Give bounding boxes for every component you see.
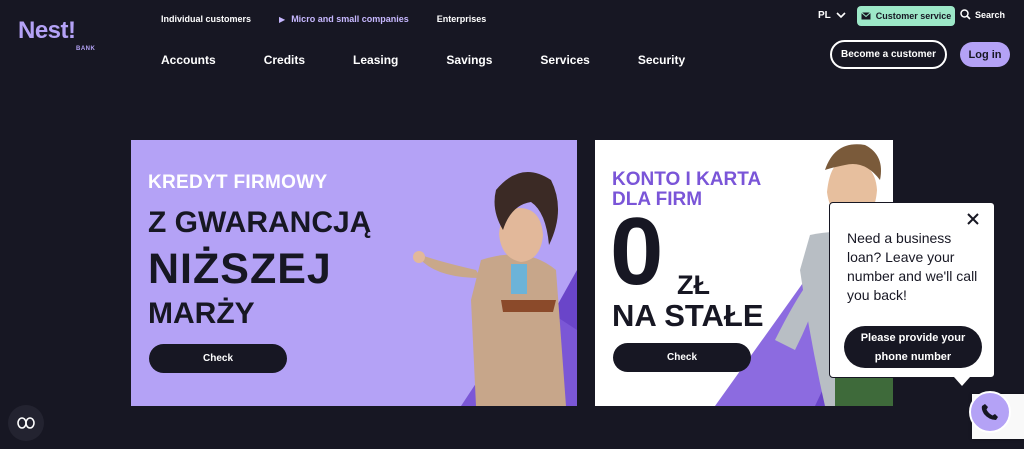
close-icon[interactable] bbox=[966, 212, 980, 226]
callback-popup-text: Need a business loan? Leave your number … bbox=[847, 230, 978, 303]
segment-micro-small-label: Micro and small companies bbox=[291, 14, 409, 24]
cookie-settings-button[interactable] bbox=[8, 405, 44, 441]
phone-callback-button[interactable] bbox=[969, 391, 1011, 433]
search-button[interactable]: Search bbox=[960, 9, 1005, 20]
envelope-icon bbox=[860, 12, 871, 20]
chevron-down-icon bbox=[836, 12, 846, 19]
banner1-headline-line3: NIŻSZEJ bbox=[148, 245, 332, 293]
segment-individual[interactable]: Individual customers bbox=[161, 14, 251, 24]
search-icon bbox=[960, 9, 971, 20]
provide-phone-button[interactable]: Please provide your phone number bbox=[844, 326, 982, 368]
phone-icon bbox=[981, 404, 998, 420]
nav-security[interactable]: Security bbox=[638, 53, 685, 67]
callback-popup: Need a business loan? Leave your number … bbox=[829, 202, 995, 378]
banner2-tagline: NA STAŁE bbox=[612, 298, 764, 333]
banner2-check-button[interactable]: Check bbox=[613, 343, 751, 372]
customer-service-label: Customer service bbox=[875, 11, 952, 21]
banner2-currency: ZŁ bbox=[677, 270, 710, 300]
nest-bank-logo[interactable]: Nest! BANK bbox=[18, 19, 98, 55]
main-nav: Accounts Credits Leasing Savings Service… bbox=[161, 53, 733, 67]
segment-micro-small[interactable]: ▶ Micro and small companies bbox=[279, 14, 409, 24]
segment-enterprises[interactable]: Enterprises bbox=[437, 14, 487, 24]
nav-leasing[interactable]: Leasing bbox=[353, 53, 398, 67]
banner1-headline-line4: MARŻY bbox=[148, 297, 255, 330]
become-customer-button[interactable]: Become a customer bbox=[830, 40, 947, 69]
customer-service-button[interactable]: Customer service bbox=[857, 6, 955, 26]
banner1-check-button[interactable]: Check bbox=[149, 344, 287, 373]
banner-business-loan[interactable]: KREDYT FIRMOWY Z GWARANCJĄ NIŻSZEJ MARŻY… bbox=[131, 140, 577, 406]
logo-wordmark: Nest! bbox=[18, 17, 76, 44]
cookie-settings-icon bbox=[17, 417, 35, 429]
nav-credits[interactable]: Credits bbox=[264, 53, 305, 67]
login-button[interactable]: Log in bbox=[960, 42, 1010, 67]
popup-pointer bbox=[954, 377, 970, 386]
play-triangle-icon: ▶ bbox=[279, 15, 286, 24]
nav-savings[interactable]: Savings bbox=[446, 53, 492, 67]
search-label: Search bbox=[975, 9, 1006, 20]
language-label: PL bbox=[818, 10, 831, 21]
nav-services[interactable]: Services bbox=[540, 53, 589, 67]
banner2-zero: 0 bbox=[610, 198, 664, 305]
language-selector[interactable]: PL bbox=[818, 10, 846, 21]
woman-character-illustration bbox=[413, 172, 577, 406]
segment-nav: Individual customers ▶ Micro and small co… bbox=[161, 14, 486, 24]
logo-subtext: BANK bbox=[76, 46, 96, 52]
banner1-headline-line2: Z GWARANCJĄ bbox=[148, 206, 372, 239]
nav-accounts[interactable]: Accounts bbox=[161, 53, 216, 67]
banner1-kicker: KREDYT FIRMOWY bbox=[148, 172, 328, 193]
